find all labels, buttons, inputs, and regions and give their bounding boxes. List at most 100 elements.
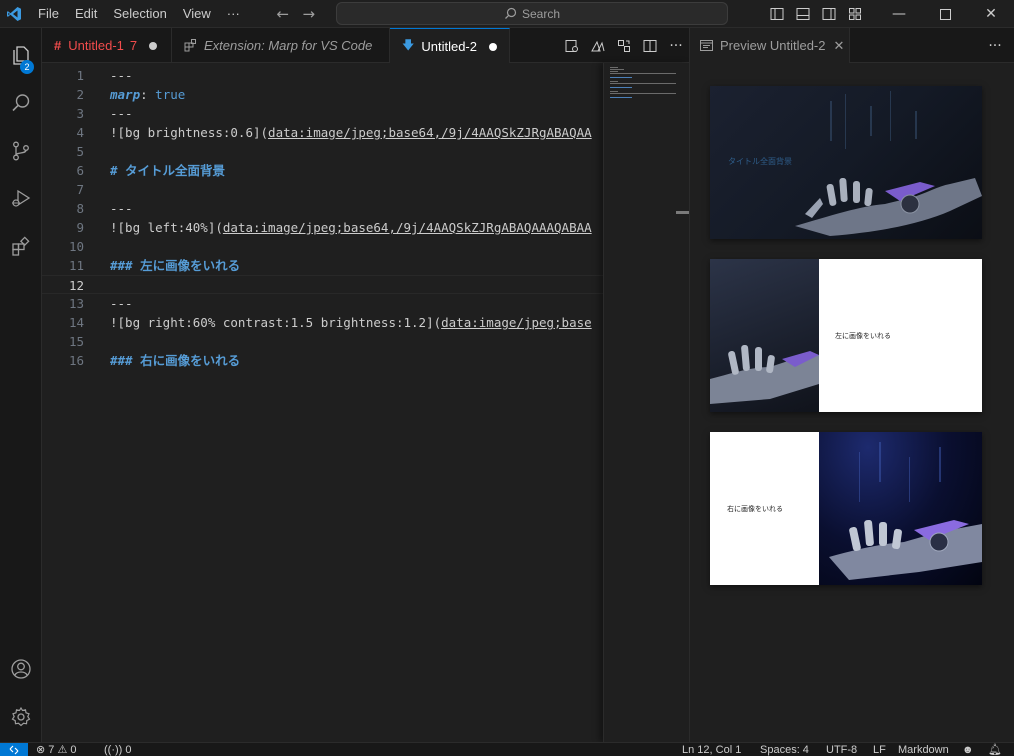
- menu-file[interactable]: File: [30, 0, 67, 28]
- indentation[interactable]: Spaces: 4: [760, 743, 809, 756]
- code-line[interactable]: 8 ---: [42, 199, 603, 218]
- tab-preview-untitled-2[interactable]: Preview Untitled-2 ✕: [690, 28, 850, 63]
- vscode-logo-icon: [2, 0, 26, 28]
- toggle-primary-sidebar-icon[interactable]: [764, 0, 790, 28]
- line-number: 12: [68, 278, 84, 293]
- back-arrow-icon[interactable]: ←: [270, 0, 296, 28]
- menu-more[interactable]: ···: [219, 0, 248, 28]
- run-debug-icon[interactable]: [0, 178, 42, 220]
- editor-scrollbar-thumb[interactable]: [676, 211, 690, 214]
- problems-indicator[interactable]: ⊗ 7 ⚠ 0: [36, 743, 77, 756]
- ports-indicator[interactable]: ((·)) 0: [104, 743, 132, 756]
- line-content: ![bg left:40%](data:image/jpeg;base64,/9…: [110, 218, 592, 237]
- line-number: 3: [76, 106, 84, 121]
- tab-label: Preview Untitled-2: [720, 38, 826, 53]
- yaml-key: marp: [110, 87, 141, 102]
- yaml-value: true: [155, 87, 186, 102]
- line-number: 14: [68, 315, 84, 330]
- source-control-icon[interactable]: [0, 130, 42, 172]
- menu-edit[interactable]: Edit: [67, 0, 105, 28]
- tab-problem-count: 7: [129, 38, 138, 53]
- marp-commands-icon[interactable]: [585, 28, 611, 63]
- code-line[interactable]: 4 ![bg brightness:0.6](data:image/jpeg;ba…: [42, 123, 603, 142]
- more-actions-icon[interactable]: ···: [663, 28, 689, 63]
- customize-layout-icon[interactable]: [842, 0, 868, 28]
- preview-more-actions-icon[interactable]: ···: [982, 28, 1008, 63]
- image-data-link[interactable]: data:image/jpeg;base64,/9j/4AAQSkZJRgABA…: [268, 125, 592, 140]
- unsaved-dot-icon[interactable]: [149, 41, 158, 50]
- marp-preview[interactable]: タイトル全面背景 左に画像をいれる 右に画像をいれる: [689, 63, 1014, 742]
- toggle-panel-icon[interactable]: [790, 0, 816, 28]
- forward-arrow-icon[interactable]: →: [296, 0, 322, 28]
- copilot-icon[interactable]: ☻: [962, 743, 974, 756]
- code-line[interactable]: 2 marp: true: [42, 85, 603, 104]
- menu-view[interactable]: View: [175, 0, 219, 28]
- extensions-icon[interactable]: [0, 226, 42, 268]
- code-line[interactable]: 16 ### 右に画像をいれる: [42, 351, 603, 370]
- line-number: 6: [76, 163, 84, 178]
- settings-gear-icon[interactable]: [0, 696, 42, 738]
- tab-label: Untitled-2: [421, 39, 477, 54]
- menu-selection[interactable]: Selection: [105, 0, 174, 28]
- tab-untitled-1[interactable]: # Untitled-1 7: [42, 28, 172, 63]
- line-number: 4: [76, 125, 84, 140]
- error-count: 7: [48, 744, 55, 756]
- code-line[interactable]: 1 ---: [42, 66, 603, 85]
- search-icon: [505, 7, 517, 19]
- code-line[interactable]: 7: [42, 180, 603, 199]
- open-changes-icon[interactable]: [611, 28, 637, 63]
- extension-tab-icon: [184, 39, 196, 52]
- command-center-search[interactable]: Search: [336, 2, 728, 25]
- line-number: 7: [76, 182, 84, 197]
- cursor-position[interactable]: Ln 12, Col 1: [682, 743, 741, 756]
- minimap[interactable]: [603, 63, 689, 742]
- robot-hand-image: [710, 344, 819, 404]
- open-preview-side-icon[interactable]: [559, 28, 585, 63]
- line-number: 13: [68, 296, 84, 311]
- line-content: # タイトル全面背景: [110, 163, 226, 178]
- code-line[interactable]: 14 ![bg right:60% contrast:1.5 brightness…: [42, 313, 603, 332]
- end-of-line[interactable]: LF: [873, 743, 886, 756]
- line-content: ![bg brightness:0.6](data:image/jpeg;bas…: [110, 123, 592, 142]
- code-editor[interactable]: 1 --- 2 marp: true 3 --- 4 ![bg brightness:0.6]…: [42, 63, 603, 742]
- code-line[interactable]: 3 ---: [42, 104, 603, 123]
- split-editor-icon[interactable]: [637, 28, 663, 63]
- line-number: 15: [68, 334, 84, 349]
- slide-3-title: 右に画像をいれる: [727, 505, 783, 513]
- line-number: 10: [68, 239, 84, 254]
- code-line[interactable]: 11 ### 左に画像をいれる: [42, 256, 603, 275]
- code-line[interactable]: 5: [42, 142, 603, 161]
- toggle-secondary-sidebar-icon[interactable]: [816, 0, 842, 28]
- unsaved-dot-icon[interactable]: [488, 42, 497, 51]
- remote-indicator-icon[interactable]: [0, 743, 28, 756]
- code-line[interactable]: 6 # タイトル全面背景: [42, 161, 603, 180]
- encoding[interactable]: UTF-8: [826, 743, 857, 756]
- accounts-icon[interactable]: [0, 648, 42, 690]
- line-content: ### 右に画像をいれる: [110, 353, 241, 368]
- slide-1: タイトル全面背景: [710, 86, 982, 239]
- notifications-bell-icon[interactable]: 🔔︎: [988, 743, 1002, 756]
- language-mode[interactable]: Markdown: [898, 743, 949, 756]
- code-line[interactable]: 12: [42, 275, 603, 294]
- code-line[interactable]: 13 ---: [42, 294, 603, 313]
- minimize-icon[interactable]: —: [876, 0, 922, 28]
- search-view-icon[interactable]: [0, 82, 42, 124]
- close-tab-icon[interactable]: ✕: [834, 38, 845, 54]
- image-data-link[interactable]: data:image/jpeg;base64,/9j/4AAQSkZJRgABA…: [223, 220, 592, 235]
- slide-2-title: 左に画像をいれる: [835, 332, 891, 340]
- tab-untitled-2[interactable]: 🡇 Untitled-2: [390, 28, 510, 64]
- image-data-link[interactable]: data:image/jpeg;base: [441, 315, 592, 330]
- yaml-separator: :: [140, 87, 156, 102]
- maximize-icon[interactable]: [922, 0, 968, 28]
- close-window-icon[interactable]: ✕: [968, 0, 1014, 28]
- markdown-file-icon: #: [54, 38, 62, 53]
- code-line[interactable]: 9 ![bg left:40%](data:image/jpeg;base64,/…: [42, 218, 603, 237]
- line-content: ---: [110, 201, 133, 216]
- title-bar: File Edit Selection View ··· ← → Search …: [0, 0, 1014, 28]
- code-line[interactable]: 10: [42, 237, 603, 256]
- line-number: 1: [76, 68, 84, 83]
- code-line[interactable]: 15: [42, 332, 603, 351]
- preview-tab-bar: Preview Untitled-2 ✕ ···: [689, 28, 1014, 63]
- explorer-icon[interactable]: 2: [0, 34, 42, 76]
- tab-extension-marp[interactable]: Extension: Marp for VS Code: [172, 28, 390, 63]
